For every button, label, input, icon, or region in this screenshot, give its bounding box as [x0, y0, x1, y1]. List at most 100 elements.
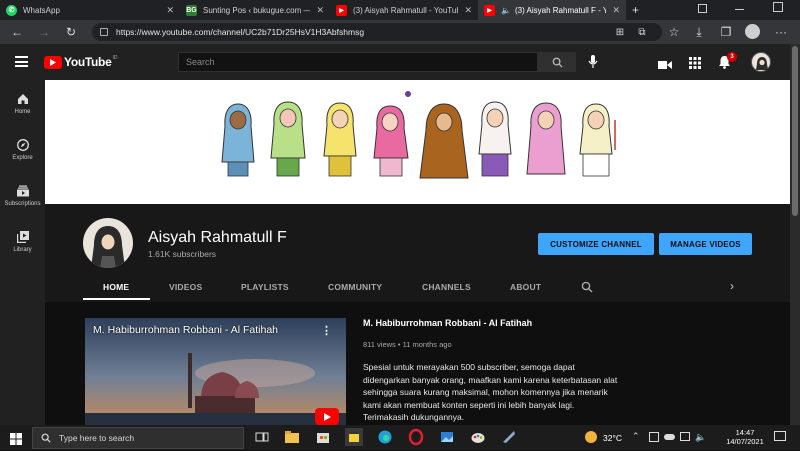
read-aloud-icon[interactable]: ⧉: [634, 24, 650, 40]
action-center-icon[interactable]: [774, 431, 786, 441]
photos-icon[interactable]: [438, 428, 456, 446]
featured-video-thumbnail[interactable]: M. Habiburrohman Robbani - Al Fatihah ⋮: [85, 318, 346, 425]
microphone-icon[interactable]: [588, 55, 598, 69]
chevron-right-icon[interactable]: ›: [730, 279, 734, 293]
tab-label: (3) Aisyah Rahmatull - YouTube: [353, 5, 459, 15]
manage-videos-button[interactable]: MANAGE VIDEOS: [659, 233, 752, 255]
forward-button[interactable]: →: [36, 24, 52, 40]
collections-icon[interactable]: ❐: [718, 24, 734, 40]
region-code: ID: [112, 54, 118, 61]
windows-start-icon[interactable]: [10, 432, 22, 450]
store-icon[interactable]: [314, 428, 332, 446]
task-view-icon[interactable]: [253, 428, 271, 446]
scrollbar-thumb[interactable]: [792, 46, 798, 216]
tab-label: WhatsApp: [23, 5, 60, 15]
tab-bukugue[interactable]: BG Sunting Pos ‹ bukugue.com — V ✕: [180, 0, 330, 20]
close-icon[interactable]: ✕: [166, 5, 174, 16]
user-avatar[interactable]: [751, 52, 771, 72]
maximize-button[interactable]: [773, 2, 783, 12]
compass-icon: [16, 139, 29, 151]
youtube-play-button[interactable]: [315, 408, 339, 425]
chevron-up-icon[interactable]: ⌃: [632, 431, 640, 442]
sidebar-item-label: Subscriptions: [4, 201, 41, 207]
lock-icon: [100, 28, 108, 36]
channel-search-icon[interactable]: [581, 280, 593, 298]
featured-video-meta: 811 views • 11 months ago: [363, 340, 452, 349]
more-options-icon[interactable]: ···: [773, 24, 789, 40]
restore-icon[interactable]: [698, 4, 707, 13]
weather-icon[interactable]: [585, 431, 597, 443]
more-vert-icon[interactable]: ⋮: [321, 324, 332, 337]
back-button[interactable]: ←: [9, 24, 25, 40]
tab-videos[interactable]: VIDEOS: [169, 282, 202, 292]
opera-icon[interactable]: [407, 428, 425, 446]
download-icon[interactable]: ⤓: [691, 24, 707, 40]
volume-icon[interactable]: 🔈: [695, 432, 706, 443]
channel-name: Aisyah Rahmatull F: [148, 229, 287, 246]
tab-home[interactable]: HOME: [103, 282, 129, 292]
tab-label: Sunting Pos ‹ bukugue.com — V: [203, 5, 311, 15]
close-icon[interactable]: ✕: [612, 5, 620, 16]
edge-browser-icon[interactable]: [376, 428, 394, 446]
sidebar-item-label: Home: [14, 109, 31, 115]
hamburger-menu-icon[interactable]: [15, 56, 28, 67]
sidebar-item-home[interactable]: Home: [0, 93, 45, 115]
tab-channels[interactable]: CHANNELS: [422, 282, 471, 292]
battery-icon[interactable]: [680, 432, 690, 441]
close-icon[interactable]: ✕: [464, 5, 472, 16]
new-tab-button[interactable]: +: [632, 3, 639, 17]
apps-grid-icon[interactable]: [689, 56, 701, 69]
bloggers-icon: BG: [186, 4, 197, 16]
browser-tab-strip: ✆ WhatsApp ✕ BG Sunting Pos ‹ bukugue.co…: [0, 0, 800, 20]
file-explorer-icon[interactable]: [283, 428, 301, 446]
paint-icon[interactable]: [469, 428, 487, 446]
app-icon[interactable]: [500, 428, 518, 446]
tab-about[interactable]: ABOUT: [510, 282, 541, 292]
tab-community[interactable]: COMMUNITY: [328, 282, 382, 292]
search-button[interactable]: [538, 52, 576, 72]
system-clock[interactable]: 14:47 14/07/2021: [722, 428, 768, 446]
sticky-notes-icon[interactable]: [345, 428, 363, 446]
taskbar-search-box[interactable]: Type here to search: [32, 427, 244, 449]
tab-whatsapp[interactable]: ✆ WhatsApp ✕: [0, 0, 180, 20]
clock-time: 14:47: [735, 428, 755, 437]
search-input[interactable]: Search: [178, 52, 538, 72]
address-toolbar: ← → ↻ https://www.youtube.com/channel/UC…: [0, 20, 800, 44]
search-icon: [41, 433, 51, 443]
home-icon: [17, 93, 29, 105]
favorite-icon[interactable]: ☆: [666, 24, 682, 40]
minimize-button[interactable]: [735, 9, 744, 10]
sidebar-item-explore[interactable]: Explore: [0, 139, 45, 161]
customize-channel-button[interactable]: CUSTOMIZE CHANNEL: [538, 233, 654, 255]
youtube-logo[interactable]: YouTube ID: [44, 55, 117, 69]
profile-avatar[interactable]: [745, 24, 760, 39]
close-icon[interactable]: ✕: [316, 5, 324, 16]
youtube-play-icon: [44, 55, 62, 69]
url-text: https://www.youtube.com/channel/UC2b71Dr…: [116, 27, 365, 37]
channel-avatar[interactable]: [83, 218, 133, 268]
tab-youtube-1[interactable]: ▶ (3) Aisyah Rahmatull - YouTube ✕: [330, 0, 478, 20]
tab-playlists[interactable]: PLAYLISTS: [241, 282, 289, 292]
onedrive-icon[interactable]: [664, 434, 675, 440]
page-scrollbar[interactable]: [790, 44, 800, 425]
library-icon: [16, 231, 29, 243]
tab-label: (3) Aisyah Rahmatull F - Yo: [514, 5, 607, 15]
sidebar-item-library[interactable]: Library: [0, 231, 45, 253]
tab-youtube-2[interactable]: ▶ 🔈 (3) Aisyah Rahmatull F - Yo ✕: [478, 0, 626, 20]
channel-banner: [45, 80, 790, 204]
clock-date: 14/07/2021: [726, 437, 764, 446]
create-video-icon[interactable]: [658, 57, 672, 69]
speaker-icon[interactable]: 🔈: [501, 6, 511, 15]
whatsapp-icon: ✆: [6, 4, 17, 16]
active-tab-indicator: [83, 298, 150, 300]
featured-video-description: Spesial untuk merayakan 500 subscriber, …: [363, 362, 618, 422]
url-bar[interactable]: https://www.youtube.com/channel/UC2b71Dr…: [92, 23, 662, 41]
featured-video-title[interactable]: M. Habiburrohman Robbani - Al Fatihah: [363, 318, 532, 328]
weather-temperature[interactable]: 32°C: [603, 433, 622, 443]
youtube-icon: ▶: [484, 4, 495, 16]
reload-button[interactable]: ↻: [63, 24, 79, 40]
network-icon[interactable]: [649, 432, 659, 442]
notification-badge: 3: [727, 52, 737, 62]
apps-icon[interactable]: ⊞: [612, 24, 628, 40]
sidebar-item-subscriptions[interactable]: Subscriptions: [0, 185, 45, 207]
